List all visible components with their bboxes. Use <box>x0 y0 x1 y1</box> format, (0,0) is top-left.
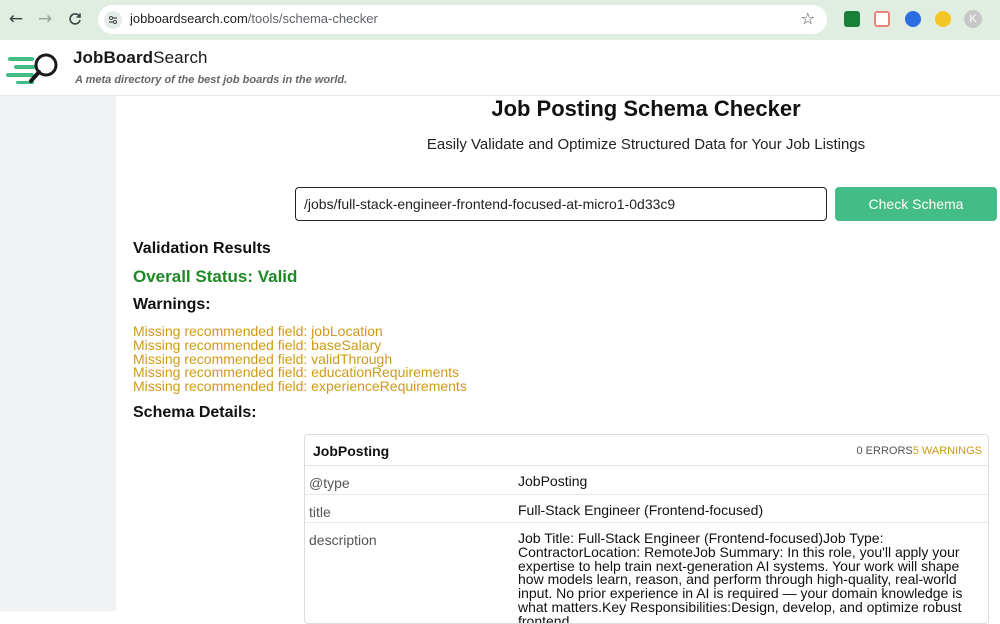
url-host: jobboardsearch.com <box>130 11 248 26</box>
validation-results-heading: Validation Results <box>133 240 271 257</box>
forward-arrow-icon[interactable]: → <box>33 7 57 31</box>
site-header: JobBoardSearch A meta directory of the b… <box>0 40 1000 96</box>
browser-toolbar: ← → jobboardsearch.com/tools/schema-chec… <box>0 0 1000 40</box>
page-title: Job Posting Schema Checker <box>491 96 801 121</box>
schema-row: @type JobPosting <box>305 466 988 495</box>
site-settings-icon[interactable] <box>104 11 122 29</box>
brand-bold: JobBoard <box>73 48 154 67</box>
check-schema-button[interactable]: Check Schema <box>835 187 997 221</box>
page-title-wrap: Job Posting Schema Checker <box>296 96 996 122</box>
bookmark-star-icon[interactable]: ☆ <box>801 9 815 28</box>
errors-count: 0 ERRORS <box>856 445 913 457</box>
schema-row: description Job Title: Full-Stack Engine… <box>305 523 988 624</box>
schema-row-key: title <box>309 504 331 520</box>
warnings-count: 5 WARNINGS <box>912 445 982 457</box>
extension-puzzle-icon[interactable] <box>935 11 951 27</box>
magnifier-logo-icon[interactable] <box>6 48 68 88</box>
warning-item: Missing recommended field: experienceReq… <box>133 378 467 395</box>
brand-name[interactable]: JobBoardSearch <box>73 48 208 68</box>
schema-details-heading: Schema Details: <box>133 404 257 421</box>
left-gutter <box>0 96 116 611</box>
reload-icon[interactable] <box>63 7 87 31</box>
brand-rest: Search <box>153 48 208 67</box>
warnings-heading: Warnings: <box>133 296 211 313</box>
schema-card-counts: 0 ERRORS5 WARNINGS <box>856 445 982 457</box>
schema-row-value: Job Title: Full-Stack Engineer (Frontend… <box>518 530 963 624</box>
schema-row-value: Full-Stack Engineer (Frontend-focused) <box>518 502 764 518</box>
overall-status: Overall Status: Valid <box>133 267 298 286</box>
page-subtitle: Easily Validate and Optimize Structured … <box>426 136 866 153</box>
extension-flag-icon[interactable] <box>844 11 860 27</box>
schema-card-title: JobPosting <box>313 443 390 459</box>
url-path: /tools/schema-checker <box>247 11 378 26</box>
schema-row: title Full-Stack Engineer (Frontend-focu… <box>305 495 988 523</box>
profile-avatar[interactable]: K <box>964 10 982 28</box>
warnings-list: Missing recommended field: jobLocation M… <box>133 324 467 395</box>
extension-check-icon[interactable] <box>905 11 921 27</box>
schema-card: JobPosting 0 ERRORS5 WARNINGS @type JobP… <box>304 434 989 624</box>
url-text: jobboardsearch.com/tools/schema-checker <box>130 11 378 26</box>
schema-row-key: @type <box>309 475 350 491</box>
address-bar[interactable]: jobboardsearch.com/tools/schema-checker … <box>98 5 827 34</box>
back-arrow-icon[interactable]: ← <box>4 7 28 31</box>
extension-camera-icon[interactable] <box>874 11 890 27</box>
schema-row-key: description <box>309 532 377 548</box>
job-url-input[interactable] <box>295 187 827 221</box>
schema-card-header[interactable]: JobPosting 0 ERRORS5 WARNINGS <box>305 435 988 466</box>
tagline: A meta directory of the best job boards … <box>75 74 348 86</box>
schema-row-value: JobPosting <box>518 473 588 489</box>
